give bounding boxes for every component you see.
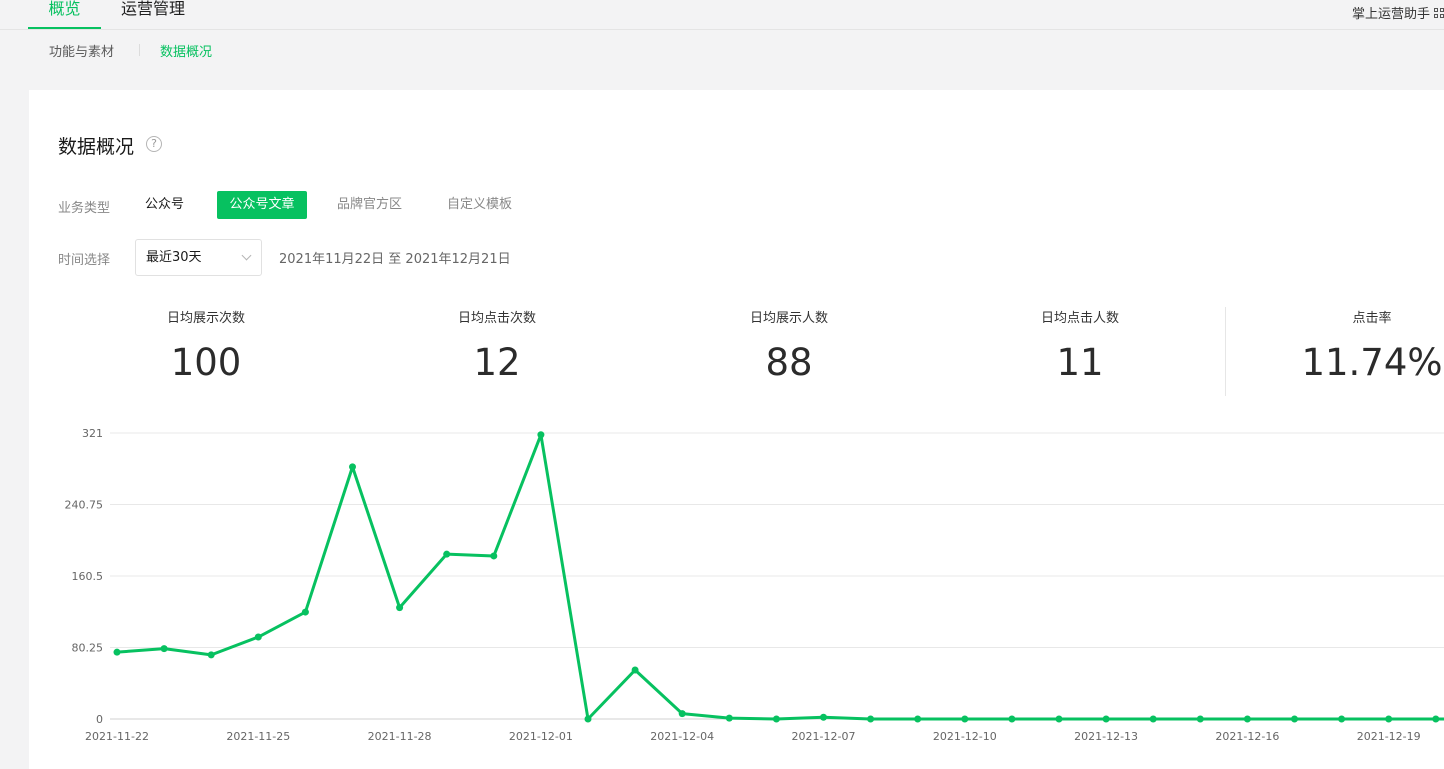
- x-tick-label: 2021-12-07: [792, 730, 856, 743]
- data-point: [772, 715, 780, 723]
- y-tick-label: 0: [96, 713, 103, 726]
- y-tick-label: 240.75: [65, 499, 104, 512]
- data-point: [1338, 715, 1346, 723]
- x-tick-label: 2021-12-04: [650, 730, 714, 743]
- data-point: [1196, 715, 1204, 723]
- x-tick-label: 2021-11-22: [85, 730, 149, 743]
- data-point: [1243, 715, 1251, 723]
- x-tick-label: 2021-12-19: [1357, 730, 1421, 743]
- data-point: [160, 645, 168, 653]
- data-point: [914, 715, 922, 723]
- x-tick-label: 2021-12-01: [509, 730, 573, 743]
- data-point: [113, 648, 121, 656]
- x-tick-label: 2021-12-10: [933, 730, 997, 743]
- data-point: [1432, 715, 1440, 723]
- data-point: [443, 550, 451, 558]
- data-point: [254, 633, 262, 641]
- y-tick-label: 321: [82, 427, 103, 440]
- y-tick-label: 160.5: [72, 570, 104, 583]
- data-point: [1102, 715, 1110, 723]
- data-point: [584, 715, 592, 723]
- data-point: [631, 666, 639, 674]
- data-point: [490, 552, 498, 560]
- x-tick-label: 2021-12-13: [1074, 730, 1138, 743]
- series-line: [116, 433, 1444, 721]
- x-tick-label: 2021-12-16: [1215, 730, 1279, 743]
- data-point: [1055, 715, 1063, 723]
- x-tick-label: 2021-11-25: [226, 730, 290, 743]
- data-point: [725, 714, 733, 722]
- data-point: [396, 604, 404, 612]
- data-point: [1008, 715, 1016, 723]
- data-point: [1291, 715, 1298, 723]
- data-point: [1385, 715, 1393, 723]
- data-point: [961, 715, 969, 723]
- data-point: [1149, 715, 1157, 723]
- data-point: [207, 651, 215, 659]
- data-point: [678, 710, 686, 718]
- y-tick-label: 80.25: [72, 642, 104, 655]
- line-chart: 0 80.25 160.5 240.75 321 2021-11-22 2021-11-25…: [65, 427, 1444, 743]
- x-tick-label: 2021-11-28: [368, 730, 432, 743]
- data-point: [867, 715, 875, 723]
- data-point: [820, 713, 827, 721]
- data-point: [537, 431, 545, 439]
- data-point: [349, 463, 356, 471]
- data-point: [301, 608, 309, 616]
